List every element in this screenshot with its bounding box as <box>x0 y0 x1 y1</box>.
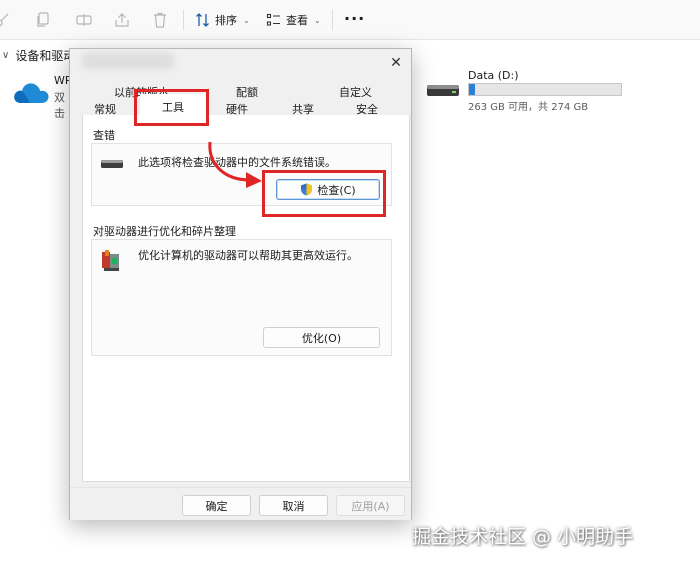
cloud-drive-item[interactable]: WP 双击 <box>12 74 72 120</box>
hard-drive-icon <box>101 160 123 168</box>
ok-button-label: 确定 <box>205 499 228 513</box>
drive-d-item[interactable]: Data (D:) 263 GB 可用，共 274 GB <box>426 68 626 113</box>
view-label: 查看 <box>286 14 308 27</box>
delete-icon[interactable] <box>151 11 169 29</box>
annotation-arrow <box>208 141 262 188</box>
view-icon <box>266 13 280 26</box>
chevron-down-icon: ⌄ <box>243 15 250 25</box>
ok-button[interactable]: 确定 <box>182 495 251 516</box>
tab-quota[interactable]: 配额 <box>236 84 258 100</box>
rename-icon[interactable] <box>75 11 93 29</box>
cancel-button-label: 取消 <box>282 499 305 513</box>
error-check-title: 查错 <box>93 129 115 142</box>
cancel-button[interactable]: 取消 <box>259 495 328 516</box>
highlight-box-check-button <box>262 170 386 217</box>
toolbar-divider <box>332 10 333 30</box>
chevron-down-icon: ⌄ <box>314 15 321 25</box>
toolbar-divider <box>183 10 184 30</box>
optimize-description: 优化计算机的驱动器可以帮助其更高效运行。 <box>138 249 358 262</box>
sort-label: 排序 <box>215 14 237 27</box>
more-options-button[interactable]: ··· <box>344 9 365 28</box>
cloud-icon <box>14 83 49 103</box>
drive-properties-dialog: ✕ 以前的版本 配额 自定义 常规 工具 硬件 共享 安全 查错 此选项将检查驱… <box>69 48 412 520</box>
dialog-title-blurred <box>82 53 174 69</box>
drive-usage-fill <box>469 84 476 95</box>
watermark: 掘金技术社区 @ 小明助手 <box>412 526 634 548</box>
optimize-title: 对驱动器进行优化和碎片整理 <box>93 225 236 238</box>
optimize-group: 优化计算机的驱动器可以帮助其更高效运行。 优化(O) <box>91 239 392 356</box>
close-icon[interactable]: ✕ <box>387 54 405 72</box>
explorer-toolbar: 排序 ⌄ 查看 ⌄ ··· <box>0 0 700 40</box>
apply-button[interactable]: 应用(A) <box>336 495 405 516</box>
share-icon[interactable] <box>113 11 131 29</box>
hard-drive-icon <box>427 85 459 96</box>
sort-button[interactable]: 排序 ⌄ <box>195 10 250 30</box>
scissors-icon[interactable] <box>0 11 12 29</box>
tab-customize[interactable]: 自定义 <box>339 84 372 100</box>
defrag-icon <box>102 250 119 271</box>
optimize-button[interactable]: 优化(O) <box>263 327 380 348</box>
sort-icon <box>196 13 209 27</box>
drive-name: Data (D:) <box>468 69 519 82</box>
drive-usage-bar <box>468 83 622 96</box>
highlight-box-tools-tab <box>134 89 209 126</box>
chevron-down-icon: ∨ <box>2 50 10 61</box>
optimize-button-label: 优化(O) <box>301 331 342 345</box>
copy-icon[interactable] <box>34 11 52 29</box>
drive-free-space: 263 GB 可用，共 274 GB <box>468 102 589 113</box>
apply-button-label: 应用(A) <box>351 499 390 513</box>
view-button[interactable]: 查看 ⌄ <box>266 10 321 30</box>
